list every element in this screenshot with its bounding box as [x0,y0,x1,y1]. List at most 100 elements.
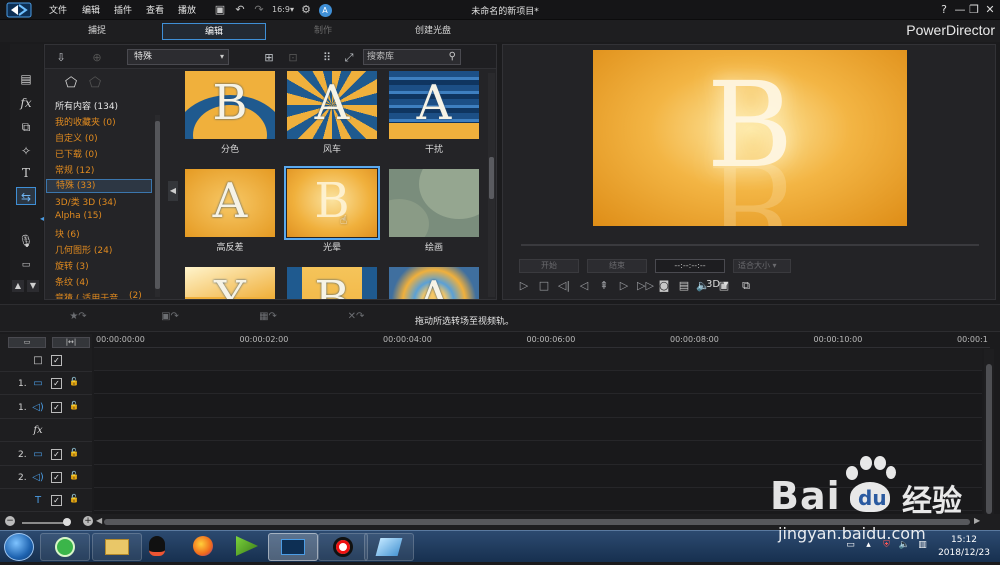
transition-remove-icon[interactable]: ✕↷ [336,311,376,327]
transition-thumbnail[interactable]: B [287,267,377,299]
track-lock-icon[interactable]: 🔓 [68,448,80,460]
track-enable-checkbox[interactable]: ✓ [51,401,62,413]
menu-play[interactable]: 播放 [178,3,196,16]
category-filter-select[interactable]: 特殊 ▾ [127,49,229,65]
tray-input-icon[interactable]: ▭ [844,540,857,553]
transition-preview-image[interactable]: A [389,267,479,299]
category-item[interactable]: 已下载 (0) [55,147,98,160]
expand-library-icon[interactable]: ⤢ [341,50,357,65]
scroll-left-icon[interactable]: ◀ [96,516,102,525]
transition-thumbnail[interactable]: A 高反差 [185,169,275,253]
track-enable-checkbox[interactable]: ✓ [51,448,62,460]
mark-out-button[interactable]: 结束 [587,259,647,273]
remove-tag-icon[interactable]: ⬠ [89,75,101,91]
scroll-thumb[interactable] [155,121,160,289]
taskbar-clock[interactable]: 15:12 2018/12/23 [934,534,994,560]
track-lane-master[interactable] [94,349,982,371]
track-header-fx[interactable]: fx [0,420,92,443]
transition-cross-icon[interactable]: ▦↷ [248,311,288,327]
zoom-slider-handle[interactable] [63,518,71,526]
track-lane-video[interactable] [94,372,982,395]
track-header-audio[interactable]: 2. ◁) ✓ 🔓 [0,467,92,489]
timeline-tracks[interactable] [94,349,982,514]
media-room-icon[interactable]: ▤ [16,70,36,88]
snapshot-camera-icon[interactable]: ◙ [657,278,671,294]
track-header-video[interactable]: 1. ▭ ✓ 🔓 [0,373,92,396]
menu-view[interactable]: 查看 [146,3,164,16]
category-item[interactable]: 几何图形 (24) [55,243,112,256]
timeline-ruler[interactable]: 00:00:00:00 00:00:02:00 00:00:04:00 00:00:0… [94,334,990,348]
scroll-thumb[interactable] [104,519,970,525]
step-forward-icon[interactable]: ▷ [617,278,631,294]
track-lock-icon[interactable]: 🔓 [68,471,80,483]
add-to-favorites-icon[interactable]: ⊞ [261,50,277,65]
previous-frame-icon[interactable]: ◁| [557,278,571,294]
scroll-down-icon[interactable]: ▼ [27,280,39,292]
taskbar-media-app-icon[interactable] [222,533,272,561]
tab-produce[interactable]: 制作 [271,23,375,40]
taskbar-qq-icon[interactable] [132,533,182,561]
save-icon[interactable]: ▣ [212,2,228,17]
menu-file[interactable]: 文件 [49,3,67,16]
category-item[interactable]: 旋转 (3) [55,259,89,272]
track-lane-fx[interactable] [94,419,982,442]
pip-room-icon[interactable]: ⧉ [16,118,36,136]
track-enable-checkbox[interactable]: ✓ [51,495,62,507]
transition-preview-image[interactable]: A [287,71,377,139]
transition-preview-image[interactable] [389,169,479,237]
fit-timeline-icon[interactable]: |↔| [52,337,90,348]
category-item[interactable]: 块 (6) [55,227,80,240]
apply-all-icon[interactable]: ⊡ [285,50,301,65]
transition-thumbnail[interactable]: 绘画 [389,169,479,253]
scroll-thumb[interactable] [489,157,494,199]
category-scrollbar[interactable] [155,115,160,297]
transition-room-icon[interactable]: ⇆ [16,187,36,205]
audio-mixing-icon[interactable]: 🎙 [16,232,36,250]
tab-create-disc[interactable]: 创建光盘 [381,23,485,40]
track-lane-audio[interactable] [94,395,982,418]
track-lock-icon[interactable]: 🔓 [68,401,80,413]
zoom-out-icon[interactable]: − [5,516,15,526]
category-item[interactable]: Alpha (15) [55,211,102,221]
tray-volume-icon[interactable]: 🔈 [898,540,911,553]
category-item[interactable]: 所有内容 (134) [55,99,118,112]
taskbar-firefox-icon[interactable] [178,533,228,561]
track-lane-video[interactable] [94,442,982,465]
stop-icon[interactable]: □ [537,278,551,294]
taskbar-360-icon[interactable] [40,533,90,561]
track-header-master[interactable]: □ ✓ [0,350,92,372]
category-item[interactable]: 条纹 (4) [55,275,89,288]
transition-thumbnail[interactable]: A 风车 [287,71,377,155]
scroll-up-icon[interactable]: ▲ [12,280,24,292]
particle-room-icon[interactable]: ✧ [16,142,36,160]
transition-preview-image[interactable]: A [389,71,479,139]
tray-network-icon[interactable]: ▥ [916,540,929,553]
preview-seek-bar[interactable] [521,244,979,246]
transition-preview-image[interactable]: B [185,71,275,139]
zoom-in-icon[interactable]: + [83,516,93,526]
fx-room-icon[interactable]: fx [16,94,36,112]
preview-window[interactable]: B B [593,50,907,226]
track-lane-audio[interactable] [94,466,982,488]
tab-edit[interactable]: 编辑 [162,23,266,40]
fit-size-select[interactable]: 适合大小 ▾ [733,259,791,273]
transition-preview-image[interactable]: B [287,267,377,299]
transition-preview-image[interactable]: B [284,166,380,240]
menu-plugins[interactable]: 插件 [114,3,132,16]
restore-icon[interactable]: ❐ [966,2,982,17]
tab-capture[interactable]: 捕捉 [45,23,149,40]
tray-show-hidden-icon[interactable]: ▴ [862,540,875,553]
track-lock-icon[interactable]: 🔓 [68,494,80,506]
category-item[interactable]: 竞猜 ( 适用于音 [55,291,118,299]
view-grid-icon[interactable]: ⠿ [319,50,335,65]
scroll-right-icon[interactable]: ▶ [974,516,980,525]
import-media-icon[interactable]: ⇩ [53,50,69,65]
category-item[interactable]: 我的收藏夹 (0) [55,115,116,128]
timecode-field[interactable]: --:--:--:-- [655,259,725,273]
transition-thumbnail[interactable]: B 光晕 [284,166,380,253]
download-icon[interactable]: ⊕ [89,50,105,65]
track-lane-title[interactable] [94,489,982,512]
step-back-icon[interactable]: ◁ [577,278,591,294]
help-icon[interactable]: ? [936,2,952,17]
category-item[interactable]: 3D/类 3D (34) [55,195,117,208]
